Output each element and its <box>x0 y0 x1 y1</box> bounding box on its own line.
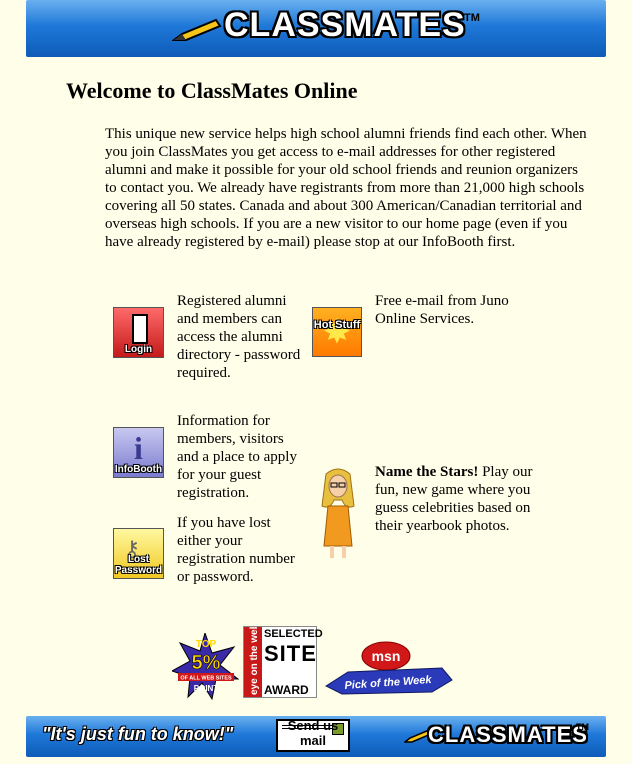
eye-line1: SELECTED <box>264 628 323 640</box>
infobooth-icon-label: InfoBooth <box>114 464 163 475</box>
top5-ribbon: OF ALL WEB SITES <box>180 676 232 682</box>
top5-percent: 5% <box>192 652 221 674</box>
starburst-icon: ✸ <box>322 312 352 352</box>
send-us-mail-label: Send us mail <box>287 718 339 748</box>
top5-big: TOP <box>196 639 217 650</box>
login-icon-label: Login <box>124 344 153 355</box>
footer-banner: "It's just fun to know!" Send us mail CL… <box>26 716 606 757</box>
eye-on-the-web-award[interactable]: eye on the web SELECTED SITE AWARD <box>243 626 323 698</box>
trademark-mark: TM <box>576 722 589 732</box>
info-icon: i <box>134 430 143 466</box>
lost-password-button[interactable]: ⚷ Lost Password <box>113 528 164 579</box>
tagline: "It's just fun to know!" <box>42 724 234 744</box>
cartoon-girl-image[interactable] <box>316 466 360 562</box>
name-the-stars-title[interactable]: Name the Stars! <box>375 464 478 480</box>
header-banner: CLASSMATES TM <box>26 0 606 57</box>
trademark-mark: TM <box>464 12 480 24</box>
top5-award-badge[interactable]: TOP 5% OF ALL WEB SITES POINT <box>172 633 239 700</box>
hot-stuff-icon-label: Hot Stuff <box>313 319 361 331</box>
page-title: Welcome to ClassMates Online <box>66 78 358 103</box>
pencil-icon <box>172 18 222 41</box>
classmates-logo-small[interactable]: CLASSMATES <box>428 722 588 748</box>
msn-brand: msn <box>372 648 401 664</box>
classmates-logo: CLASSMATES <box>224 6 466 44</box>
eye-line2: SITE <box>264 641 317 666</box>
intro-paragraph: This unique new service helps high schoo… <box>105 126 587 250</box>
hot-stuff-description: Free e-mail from Juno Online Services. <box>375 293 509 327</box>
login-description: Registered alumni and members can access… <box>177 293 301 381</box>
eye-side-text: eye on the web <box>249 627 260 695</box>
hot-stuff-button[interactable]: ✸ Hot Stuff <box>312 307 362 357</box>
name-the-stars-description: Name the Stars! Play our fun, new game w… <box>375 463 535 535</box>
send-us-mail-button[interactable]: Send us mail <box>276 718 350 752</box>
infobooth-button[interactable]: i InfoBooth <box>113 427 164 478</box>
lost-password-description: If you have lost either your registratio… <box>177 515 295 585</box>
infobooth-description: Information for members, visitors and a … <box>177 413 297 501</box>
login-button[interactable]: Login <box>113 307 164 358</box>
door-icon <box>132 314 148 344</box>
eye-line3: AWARD <box>264 683 309 697</box>
lost-password-icon-label: Lost Password <box>114 554 163 576</box>
svg-text:eye on the web: eye on the web <box>249 627 260 695</box>
msn-pick-of-the-week-badge[interactable]: msn Pick of the Week <box>322 638 456 698</box>
top5-brand: POINT <box>194 684 219 693</box>
